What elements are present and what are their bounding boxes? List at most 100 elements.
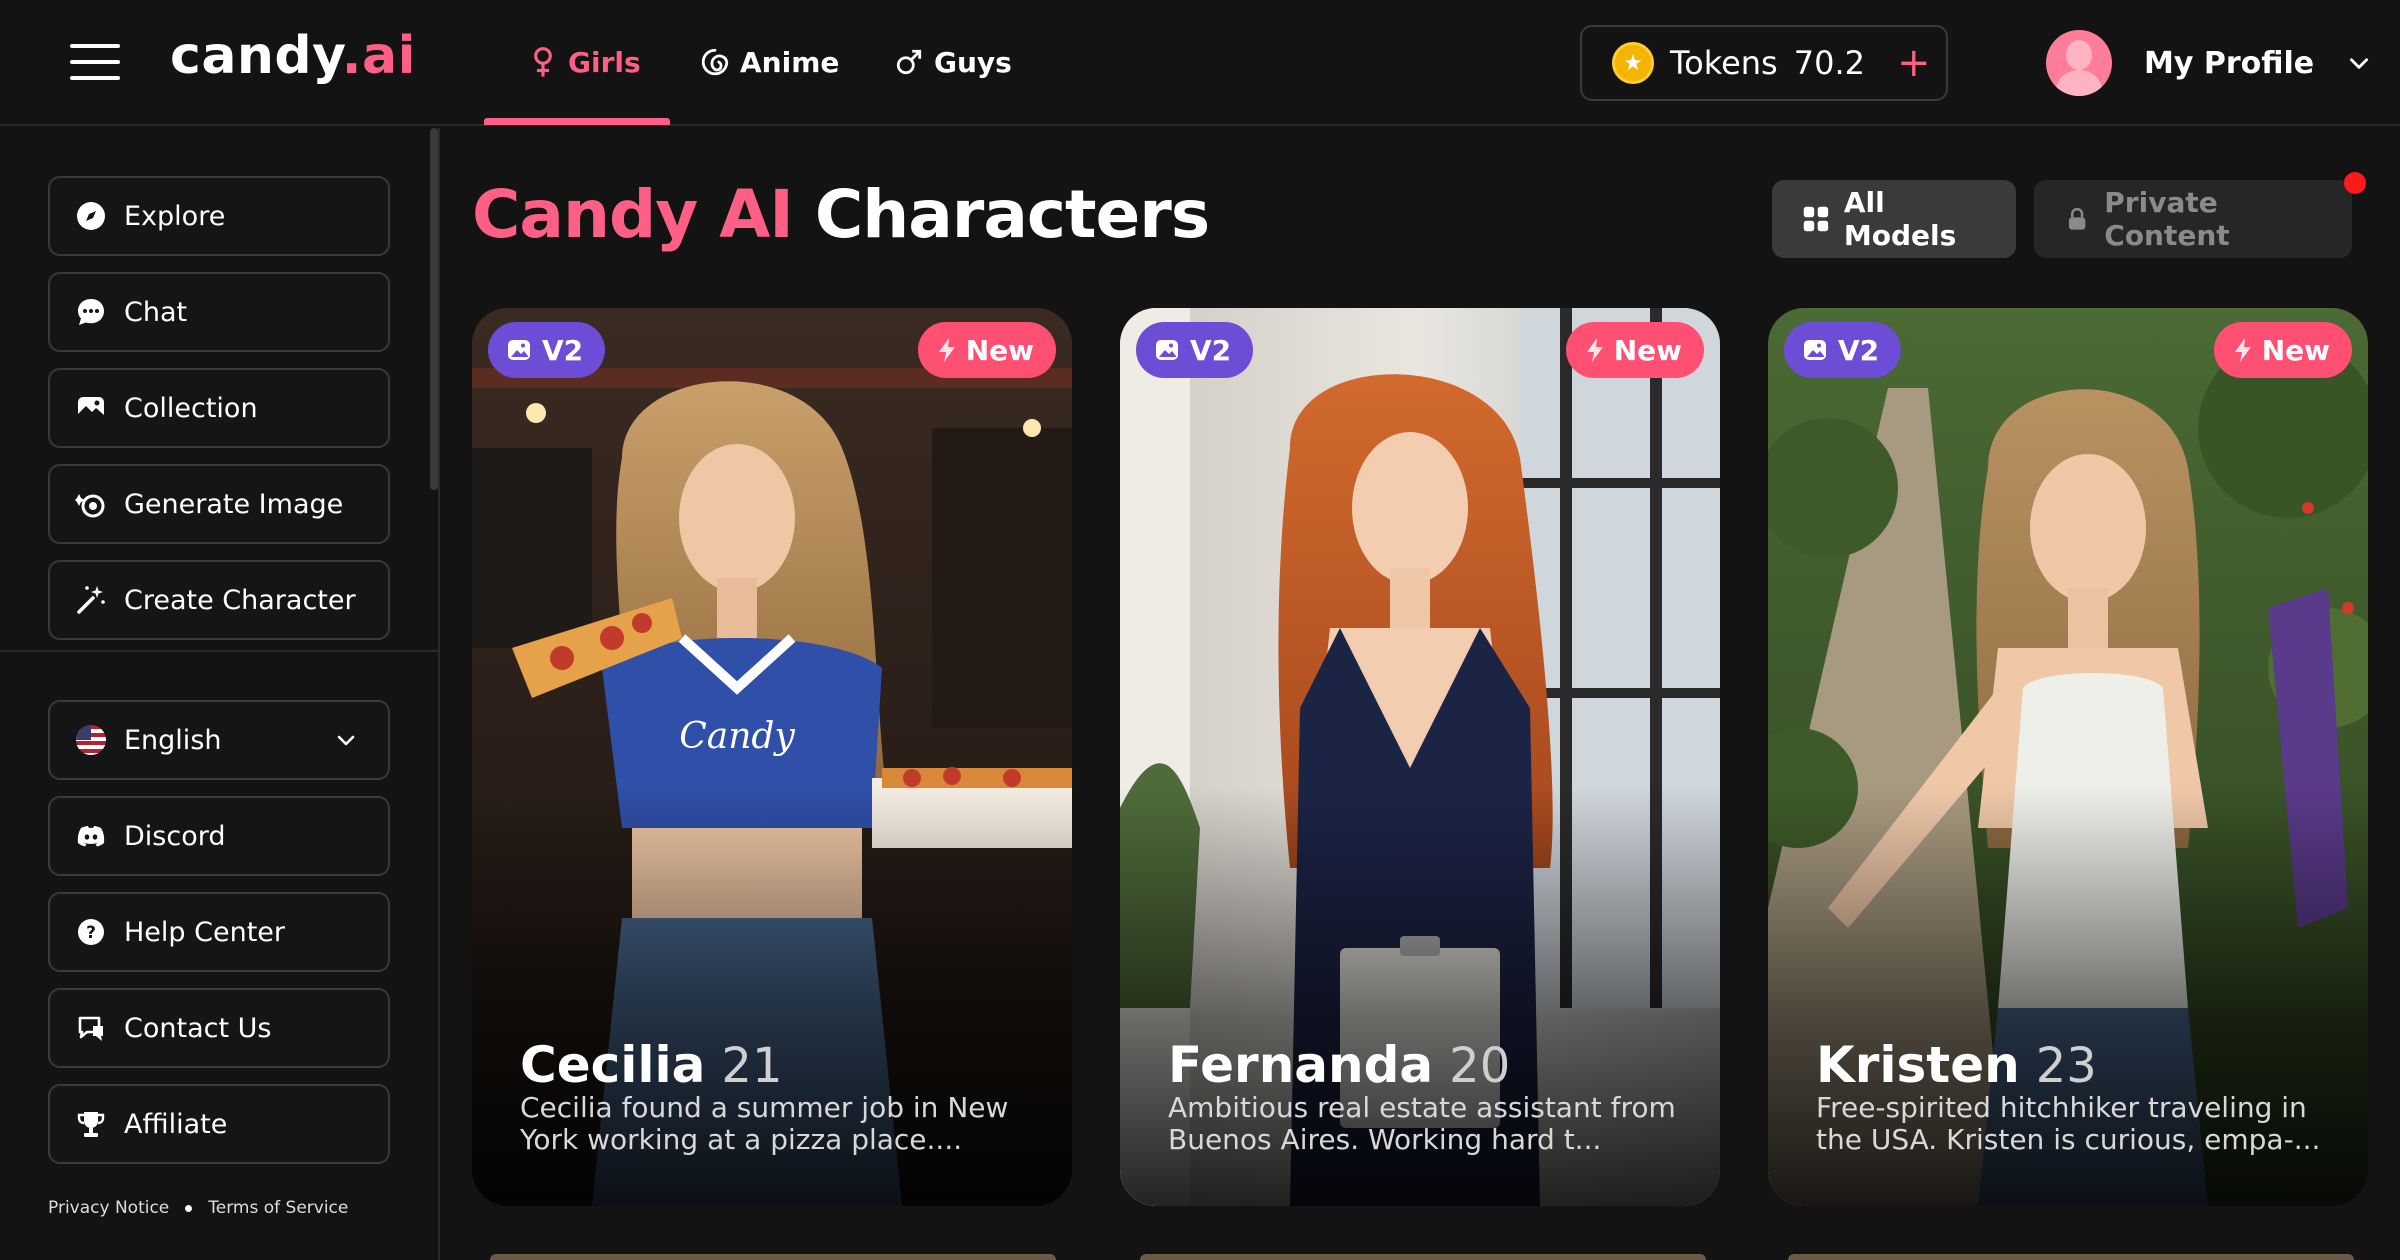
character-name: Fernanda (1168, 1036, 1434, 1094)
us-flag-icon (76, 725, 106, 755)
help-circle-icon: ? (74, 915, 108, 949)
character-card-fernanda[interactable]: V2 New Fernanda 20 Ambitious real estate … (1120, 308, 1720, 1206)
character-name-line: Kristen 23 (1816, 1036, 2097, 1094)
sidebar-item-affiliate[interactable]: Affiliate (48, 1084, 390, 1164)
male-symbol-icon (896, 49, 922, 75)
v2-badge: V2 (1136, 322, 1254, 378)
character-age: 21 (721, 1038, 783, 1094)
next-card-peek (1140, 1254, 1706, 1260)
svg-text:Candy: Candy (679, 716, 795, 757)
sidebar-item-help-center[interactable]: ? Help Center (48, 892, 390, 972)
logo-text: candy (170, 26, 342, 86)
new-badge-label: New (965, 333, 1034, 367)
lightning-icon (1586, 338, 1603, 362)
private-content-button[interactable]: Private Content (2034, 180, 2352, 258)
sidebar-item-create-character[interactable]: Create Character (48, 560, 390, 640)
image-icon (1804, 340, 1826, 360)
sidebar-item-label: Contact Us (124, 1012, 272, 1044)
sidebar-scrollbar[interactable] (430, 128, 438, 490)
logo-accent-text: .ai (341, 26, 416, 86)
sidebar: Explore Chat Collection Generate Image C… (0, 128, 440, 1260)
sidebar-item-generate-image[interactable]: Generate Image (48, 464, 390, 544)
new-badge-label: New (1613, 333, 1682, 367)
privacy-notice-link[interactable]: Privacy Notice (48, 1198, 169, 1218)
character-age: 20 (1449, 1038, 1511, 1094)
discord-icon (74, 819, 108, 853)
new-badge: New (917, 322, 1056, 378)
character-name: Cecilia (520, 1036, 706, 1094)
sidebar-item-collection[interactable]: Collection (48, 368, 390, 448)
tokens-balance[interactable]: ★ Tokens 70.2 + (1580, 25, 1948, 101)
page-title-rest: Characters (814, 176, 1210, 253)
terms-of-service-link[interactable]: Terms of Service (208, 1198, 348, 1218)
active-tab-indicator (484, 118, 670, 125)
tokens-value: 70.2 (1793, 44, 1865, 82)
sidebar-item-chat[interactable]: Chat (48, 272, 390, 352)
sidebar-item-label: Affiliate (124, 1108, 228, 1140)
sidebar-item-contact-us[interactable]: Contact Us (48, 988, 390, 1068)
v2-badge-label: V2 (542, 333, 584, 367)
tab-girls[interactable]: Girls (528, 40, 641, 84)
sidebar-item-label: Discord (124, 820, 226, 852)
image-icon (508, 340, 530, 360)
contact-icon (74, 1011, 108, 1045)
v2-badge-label: V2 (1838, 333, 1880, 367)
image-gallery-icon (74, 391, 108, 425)
character-name-line: Cecilia 21 (520, 1036, 782, 1094)
hamburger-menu-icon[interactable] (70, 44, 120, 80)
character-card-cecilia[interactable]: Candy V2 New Cecilia 21 Cecilia found a s… (472, 308, 1072, 1206)
page-title: Candy AI Characters (472, 176, 1210, 253)
sidebar-item-label: Collection (124, 392, 258, 424)
language-label: English (124, 724, 222, 756)
chevron-down-icon (337, 735, 355, 746)
logo[interactable]: candy.ai (170, 26, 416, 86)
tab-guys-label: Guys (934, 45, 1012, 79)
character-name-line: Fernanda 20 (1168, 1036, 1510, 1094)
generate-image-icon (74, 487, 108, 521)
profile-menu[interactable]: My Profile (2046, 30, 2372, 96)
tab-anime[interactable]: Anime (700, 40, 839, 84)
notification-dot (2344, 172, 2366, 194)
profile-label: My Profile (2144, 45, 2315, 81)
character-card-kristen[interactable]: V2 New Kristen 23 Free-spirited hitchhike… (1768, 308, 2368, 1206)
female-symbol-icon (534, 47, 552, 77)
character-name: Kristen (1816, 1036, 2020, 1094)
sidebar-item-explore[interactable]: Explore (48, 176, 390, 256)
private-content-label: Private Content (2104, 186, 2230, 252)
separator-dot (185, 1204, 193, 1212)
trophy-icon (74, 1107, 108, 1141)
magic-wand-icon (74, 583, 108, 617)
v2-badge: V2 (1784, 322, 1902, 378)
coin-star-icon: ★ (1612, 42, 1654, 84)
tab-anime-label: Anime (740, 45, 840, 79)
all-models-label: All Models (1843, 186, 1957, 252)
sidebar-item-discord[interactable]: Discord (48, 796, 390, 876)
sidebar-item-label: Create Character (124, 584, 356, 616)
avatar (2046, 30, 2112, 96)
language-select[interactable]: English (48, 700, 390, 780)
add-tokens-button[interactable]: + (1897, 43, 1931, 83)
tab-guys[interactable]: Guys (894, 40, 1012, 84)
tab-girls-label: Girls (568, 45, 641, 79)
character-description: Cecilia found a summer job in New York w… (520, 1092, 1009, 1156)
lightning-icon (2234, 338, 2251, 362)
v2-badge: V2 (488, 322, 606, 378)
all-models-button[interactable]: All Models (1772, 180, 2016, 258)
character-description: Free-spirited hitchhiker traveling in th… (1816, 1092, 2321, 1156)
sidebar-divider (0, 650, 438, 652)
anime-swirl-icon (701, 48, 729, 76)
new-badge: New (1565, 322, 1704, 378)
next-card-peek (1788, 1254, 2354, 1260)
grid-icon (1803, 206, 1829, 232)
chat-bubble-icon (74, 295, 108, 329)
sidebar-item-label: Generate Image (124, 488, 344, 520)
lightning-icon (938, 338, 955, 362)
v2-badge-label: V2 (1190, 333, 1232, 367)
tokens-label: Tokens (1670, 44, 1778, 82)
lock-icon (2068, 207, 2086, 230)
sidebar-item-label: Explore (124, 200, 226, 232)
legal-links: Privacy Notice Terms of Service (48, 1198, 348, 1218)
new-badge: New (2213, 322, 2352, 378)
page-title-accent: Candy AI (472, 176, 794, 253)
next-card-peek (490, 1254, 1056, 1260)
